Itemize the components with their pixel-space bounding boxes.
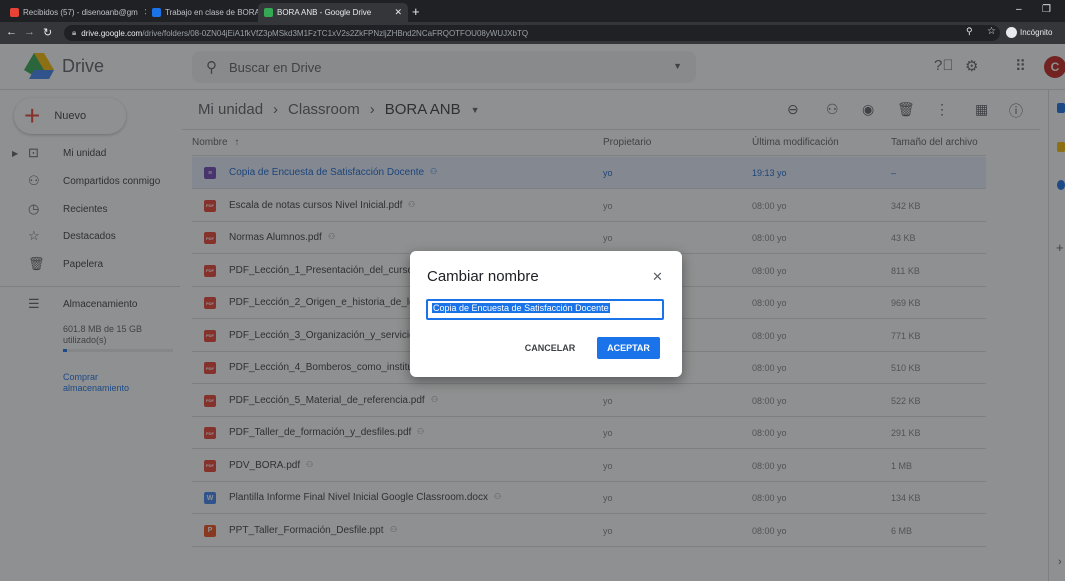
new-tab-icon[interactable]: +: [412, 4, 420, 19]
incognito-indicator[interactable]: Incógnito: [1006, 27, 1052, 38]
tab-title: Trabajo en clase de BORA ANB: [165, 8, 258, 17]
url-path: /drive/folders/08-0ZN04jEiA1fkVfZ3pMSkd3…: [142, 28, 529, 38]
close-tab-icon[interactable]: ✕: [388, 7, 402, 18]
back-icon[interactable]: ←: [6, 26, 17, 38]
browser-tab-bar: Recibidos (57) - disenoanb@gm ✕ Trabajo …: [0, 0, 1065, 22]
lock-icon: 🔒︎: [72, 28, 77, 37]
browser-tab-classroom[interactable]: Trabajo en clase de BORA ANB ✕: [146, 3, 258, 22]
rename-input[interactable]: Copia de Encuesta de Satisfacción Docent…: [426, 299, 664, 320]
cancel-button[interactable]: CANCELAR: [518, 337, 582, 359]
rename-dialog: Cambiar nombre ✕ Copia de Encuesta de Sa…: [410, 251, 682, 377]
incognito-icon: [1006, 27, 1017, 38]
minimize-icon[interactable]: –: [1016, 4, 1022, 15]
zoom-icon[interactable]: ⚲: [966, 26, 973, 37]
accept-button[interactable]: ACEPTAR: [597, 337, 660, 359]
tab-title: BORA ANB - Google Drive: [277, 8, 372, 17]
tab-title: Recibidos (57) - disenoanb@gm: [23, 8, 138, 17]
browser-tab-drive[interactable]: BORA ANB - Google Drive ✕: [258, 3, 408, 22]
classroom-icon: [152, 8, 161, 17]
incognito-label: Incógnito: [1020, 28, 1053, 37]
gmail-icon: [10, 8, 19, 17]
selected-text: Copia de Encuesta de Satisfacción Docent…: [432, 303, 610, 313]
drive-icon: [264, 8, 273, 17]
restore-icon[interactable]: ❐: [1042, 4, 1051, 15]
bookmark-star-icon[interactable]: ☆: [987, 26, 996, 37]
address-bar: ← → ↻ 🔒︎ drive.google.com /drive/folders…: [0, 22, 1065, 44]
close-icon[interactable]: ✕: [652, 269, 663, 285]
browser-tab-gmail[interactable]: Recibidos (57) - disenoanb@gm ✕: [4, 3, 146, 22]
url-host: drive.google.com: [81, 28, 143, 38]
reload-icon[interactable]: ↻: [43, 26, 52, 39]
url-field[interactable]: 🔒︎ drive.google.com /drive/folders/08-0Z…: [64, 25, 1000, 41]
forward-icon[interactable]: →: [24, 26, 35, 38]
dialog-title: Cambiar nombre: [427, 268, 539, 285]
close-tab-icon[interactable]: ✕: [138, 7, 146, 18]
